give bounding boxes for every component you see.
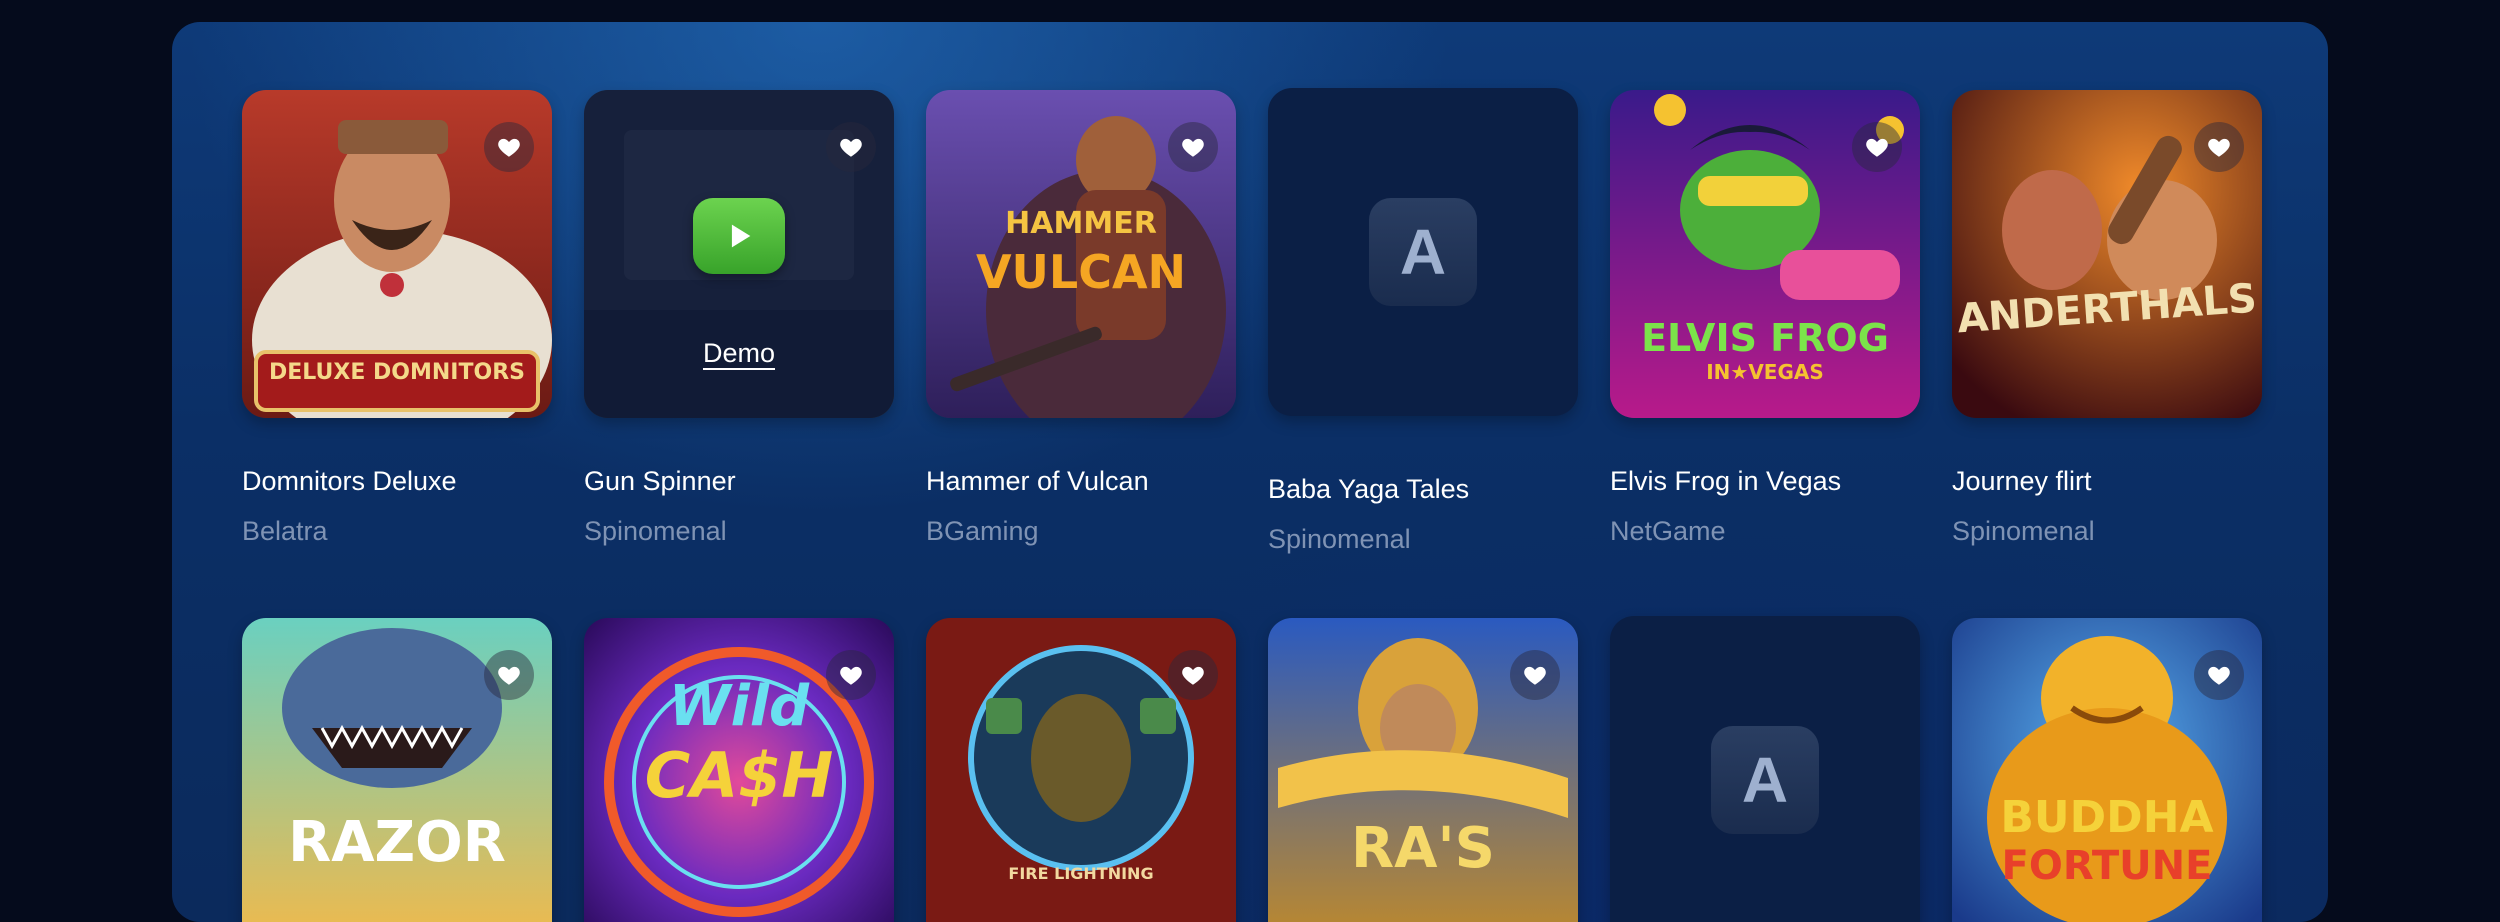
favorite-button[interactable] — [826, 650, 876, 700]
heart-icon — [1524, 666, 1546, 685]
favorite-button[interactable] — [484, 122, 534, 172]
game-thumbnail[interactable]: HAMMER VULCAN — [926, 90, 1236, 418]
game-provider[interactable]: Belatra — [242, 516, 328, 547]
game-card[interactable]: Wild CA$H — [584, 618, 894, 922]
favorite-button[interactable] — [484, 650, 534, 700]
game-provider[interactable]: Spinomenal — [584, 516, 727, 547]
game-provider[interactable]: BGaming — [926, 516, 1039, 547]
game-thumbnail[interactable]: RAZOR — [242, 618, 552, 922]
demo-link[interactable]: Demo — [584, 338, 894, 369]
game-art-label: FORTUNE — [2001, 843, 2213, 889]
game-card[interactable]: BUDDHA FORTUNE — [1952, 618, 2262, 922]
play-button[interactable] — [693, 198, 785, 274]
favorite-button[interactable] — [826, 122, 876, 172]
placeholder-logo-icon: A — [1369, 198, 1477, 306]
game-provider[interactable]: Spinomenal — [1952, 516, 2095, 547]
game-card[interactable]: Demo Gun Spinner Spinomenal — [584, 90, 894, 546]
game-card[interactable]: A Baba Yaga Tales Spinomenal — [1268, 88, 1578, 554]
game-art-label: ELVIS FROG — [1641, 316, 1889, 360]
game-art-label: CA$H — [644, 739, 834, 812]
game-thumbnail[interactable]: Demo — [584, 90, 894, 418]
heart-icon — [840, 138, 862, 157]
game-art-label: VULCAN — [975, 245, 1187, 299]
heart-icon — [2208, 666, 2230, 685]
heart-icon — [2208, 138, 2230, 157]
game-title[interactable]: Journey flirt — [1952, 466, 2092, 497]
game-provider[interactable]: Spinomenal — [1268, 524, 1411, 555]
favorite-button[interactable] — [1510, 650, 1560, 700]
game-title[interactable]: Domnitors Deluxe — [242, 466, 457, 497]
game-card[interactable]: DELUXE DOMNITORS Domnitors Deluxe Belatr… — [242, 90, 552, 546]
heart-icon — [1182, 666, 1204, 685]
game-provider[interactable]: NetGame — [1610, 516, 1726, 547]
heart-icon — [1866, 138, 1888, 157]
game-card[interactable]: RA'S — [1268, 618, 1578, 922]
game-art-label: IN★VEGAS — [1706, 360, 1824, 384]
heart-icon — [840, 666, 862, 685]
game-thumbnail[interactable]: FIRE LIGHTNING — [926, 618, 1236, 922]
game-thumbnail-placeholder[interactable]: A — [1610, 616, 1920, 922]
favorite-button[interactable] — [1168, 650, 1218, 700]
heart-icon — [1182, 138, 1204, 157]
game-card[interactable]: ANDERTHALS Journey flirt Spinomenal — [1952, 90, 2262, 546]
game-card[interactable]: A — [1610, 616, 1920, 922]
heart-icon — [498, 138, 520, 157]
game-title[interactable]: Baba Yaga Tales — [1268, 474, 1469, 505]
game-title[interactable]: Gun Spinner — [584, 466, 736, 497]
game-thumbnail[interactable]: ANDERTHALS — [1952, 90, 2262, 418]
game-thumbnail[interactable]: DELUXE DOMNITORS — [242, 90, 552, 418]
game-art-label: HAMMER — [1005, 206, 1157, 241]
game-title[interactable]: Elvis Frog in Vegas — [1610, 466, 1841, 497]
game-card[interactable]: RAZOR — [242, 618, 552, 922]
game-thumbnail[interactable]: BUDDHA FORTUNE — [1952, 618, 2262, 922]
game-thumbnail[interactable]: ELVIS FROG IN★VEGAS — [1610, 90, 1920, 418]
game-art-label: DELUXE DOMNITORS — [269, 360, 525, 385]
heart-icon — [498, 666, 520, 685]
favorite-button[interactable] — [2194, 650, 2244, 700]
games-panel: DELUXE DOMNITORS Domnitors Deluxe Belatr… — [172, 22, 2328, 922]
placeholder-logo-icon: A — [1711, 726, 1819, 834]
game-title[interactable]: Hammer of Vulcan — [926, 466, 1149, 497]
game-art-label: RA'S — [1351, 816, 1495, 881]
favorite-button[interactable] — [1168, 122, 1218, 172]
game-thumbnail-placeholder[interactable]: A — [1268, 88, 1578, 416]
play-icon — [731, 224, 751, 248]
game-art-label: BUDDHA — [2000, 792, 2214, 843]
game-thumbnail[interactable]: RA'S — [1268, 618, 1578, 922]
favorite-button[interactable] — [1852, 122, 1902, 172]
game-art-label: FIRE LIGHTNING — [1008, 864, 1154, 883]
game-thumbnail[interactable]: Wild CA$H — [584, 618, 894, 922]
game-art-label: RAZOR — [288, 810, 506, 875]
favorite-button[interactable] — [2194, 122, 2244, 172]
game-card[interactable]: FIRE LIGHTNING — [926, 618, 1236, 922]
game-card[interactable]: HAMMER VULCAN Hammer of Vulcan BGaming — [926, 90, 1236, 546]
game-card[interactable]: ELVIS FROG IN★VEGAS Elvis Frog in Vegas … — [1610, 90, 1920, 546]
